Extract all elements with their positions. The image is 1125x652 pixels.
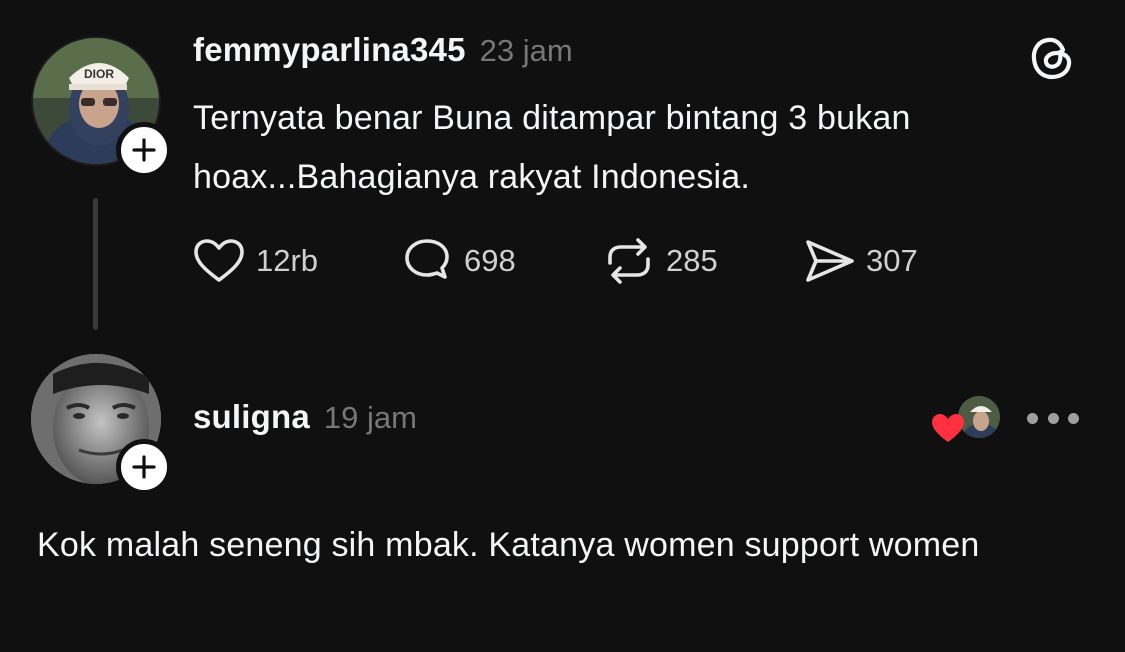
follow-author-button[interactable] xyxy=(116,122,172,178)
thread-connector-line xyxy=(93,198,98,330)
plus-icon xyxy=(132,455,156,479)
share-button[interactable]: 307 xyxy=(802,235,918,287)
liked-by-author-indicator xyxy=(930,394,1006,446)
paper-plane-icon xyxy=(806,240,854,282)
heart-filled-icon xyxy=(932,414,964,442)
speech-bubble-icon xyxy=(405,239,449,279)
post-timestamp: 23 jam xyxy=(479,33,573,68)
reply-header: suligna 19 jam xyxy=(193,398,417,436)
share-count: 307 xyxy=(866,243,918,278)
reply-count: 698 xyxy=(464,243,516,278)
repost-button[interactable]: 285 xyxy=(602,235,718,287)
heart-outline-icon xyxy=(194,239,244,282)
repost-count: 285 xyxy=(666,243,718,278)
reply-body-text: Kok malah seneng sih mbak. Katanya women… xyxy=(37,526,980,564)
post-header: femmyparlina345 23 jam xyxy=(193,31,573,69)
author-username[interactable]: femmyparlina345 xyxy=(193,31,466,69)
repost-arrows-icon xyxy=(608,238,650,284)
follow-reply-author-button[interactable] xyxy=(116,439,172,495)
cap-logo-text: DIOR xyxy=(84,67,114,81)
plus-icon xyxy=(132,138,156,162)
reply-button[interactable]: 698 xyxy=(400,235,516,287)
threads-logo-icon[interactable] xyxy=(1027,33,1077,83)
threads-page: DIOR femmyparlina345 23 jam Ternyata ben… xyxy=(0,0,1125,652)
more-options-button[interactable] xyxy=(1027,403,1079,433)
like-button[interactable]: 12rb xyxy=(192,235,318,287)
post-body-text: Ternyata benar Buna ditampar bintang 3 b… xyxy=(193,99,911,196)
reply-timestamp: 19 jam xyxy=(323,400,417,435)
like-count: 12rb xyxy=(256,243,319,278)
reply-username[interactable]: suligna xyxy=(193,398,310,436)
ellipsis-icon xyxy=(1027,412,1038,424)
